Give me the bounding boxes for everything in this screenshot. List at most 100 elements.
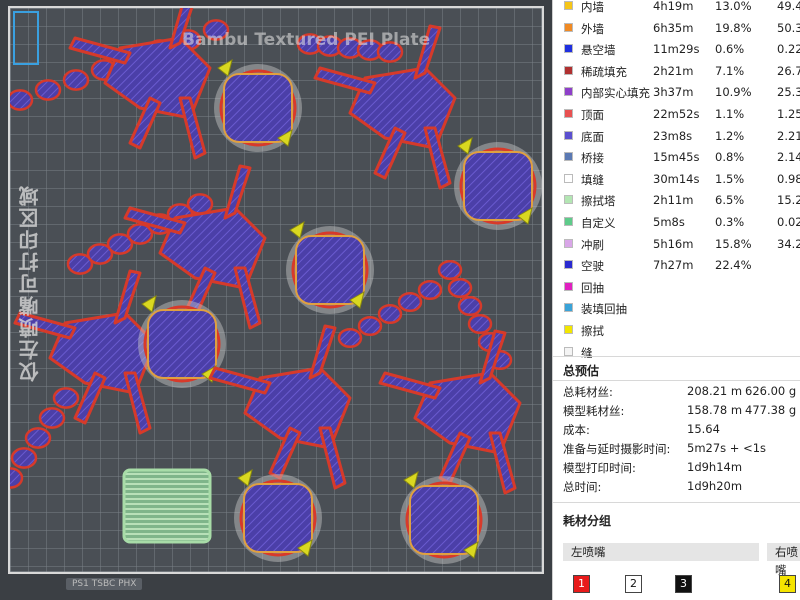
legend-swatch [564,195,573,205]
legend-row: 缝 [553,342,800,364]
summary-row: 总时间: 1d9h20m [563,479,800,498]
legend-swatch [564,238,573,248]
legend-time: 2h11m [653,193,694,208]
legend-percent: 1.5% [715,171,745,186]
model-5-tail-segment [417,279,443,301]
legend-time: 6h35m [653,20,694,35]
legend-weight: 49.4 [777,0,800,13]
legend-percent: 0.3% [715,214,745,229]
legend-name: 桥接 [581,151,604,166]
legend-time: 11m29s [653,42,700,57]
legend-weight: 15.2 [777,193,800,208]
filament-slot-1[interactable]: 1 [573,575,590,593]
summary-row: 模型耗材丝: 158.78 m 477.38 g [563,403,800,422]
legend-row: 顶面 22m52s 1.1% 1.25 [553,104,800,126]
legend-swatch [564,44,573,54]
legend-name: 底面 [581,129,604,144]
preview-viewport[interactable]: 仅左喷嘴可打印区域 Bambu Textured PEI Plate PS1 T… [0,0,552,600]
left-nozzle-tab[interactable]: 左喷嘴 [563,543,759,561]
legend-row: 底面 23m8s 1.2% 2.21 [553,126,800,148]
legend-row: 桥接 15m45s 0.8% 2.14 [553,147,800,169]
legend-time: 23m8s [653,128,693,143]
legend-swatch [564,108,573,118]
legend-name: 装填回抽 [581,302,627,317]
legend-swatch [564,87,573,97]
summary-row: 模型打印时间: 1d9h14m [563,460,800,479]
legend-weight: 1.25 [777,106,800,121]
filament-slot-3[interactable]: 3 [675,575,692,593]
legend-percent: 0.8% [715,150,745,165]
legend-weight: 26.7 [777,63,800,78]
legend-swatch [564,130,573,140]
build-plate: 仅左喷嘴可打印区域 Bambu Textured PEI Plate [8,6,544,574]
plate-name-label: Bambu Textured PEI Plate [182,30,431,50]
summary-label: 准备与延时摄影时间: [563,442,671,456]
legend-name: 内部实心填充 [581,86,650,101]
legend-name: 擦拭 [581,323,604,338]
legend-percent: 22.4% [715,258,752,273]
legend-name: 填缝 [581,172,604,187]
legend-swatch [564,346,573,356]
model-1-tail-segment [34,79,62,101]
summary-value-2: 477.38 g [745,403,797,417]
summary-value: 1d9h20m [687,479,743,493]
summary-value: 158.78 m [687,403,743,417]
model-6-head-body [409,485,479,555]
legend-swatch [564,324,573,334]
legend-name: 内墙 [581,0,604,14]
model-5-tail-segment [337,327,363,349]
legend-swatch [564,173,573,183]
model-5-head-body [243,483,313,553]
legend-weight: 2.21 [777,128,800,143]
legend-time: 5h16m [653,236,694,251]
right-nozzle-tab[interactable]: 右喷嘴 [767,543,800,577]
legend-percent: 0.6% [715,42,745,57]
model-1-head-body [223,73,293,143]
legend-row: 回抽 [553,277,800,299]
toolpath-preview [10,8,542,572]
summary-label: 模型打印时间: [563,461,636,475]
filament-slot-4[interactable]: 4 [779,575,796,593]
legend-weight: 0.02 [777,214,800,229]
summary-value: 1d9h14m [687,460,743,474]
legend-row: 填缝 30m14s 1.5% 0.98 [553,169,800,191]
legend-name: 擦拭塔 [581,194,616,209]
model-5-tail-segment [357,315,383,337]
legend-time: 15m45s [653,150,700,165]
legend-time: 5m8s [653,214,685,229]
legend-time: 2h21m [653,63,694,78]
legend-row: 稀疏填充 2h21m 7.1% 26.7 [553,61,800,83]
model-6-tail-segment [467,313,493,335]
model-5-tail-segment [377,303,403,325]
legend-percent: 1.2% [715,128,745,143]
legend-row: 装填回抽 [553,298,800,320]
prime-tower[interactable] [122,468,212,544]
legend-name: 外墙 [581,21,604,36]
model-6-tail-segment [447,277,473,299]
legend-swatch [564,303,573,313]
filament-groups-title: 耗材分组 [563,514,612,528]
model-1-tail-segment [62,69,90,91]
legend-row: 悬空墙 11m29s 0.6% 0.22 [553,39,800,61]
legend-name: 自定义 [581,215,616,230]
model-4-tail-segment [52,387,80,409]
summary-value: 15.64 [687,422,720,436]
legend-weight: 50.3 [777,20,800,35]
summary-label: 成本: [563,423,590,437]
summary-value-2: 626.00 g [745,384,797,398]
summary-row: 准备与延时摄影时间: 5m27s + <1s [563,441,800,460]
summary-value: 5m27s + <1s [687,441,767,455]
legend-weight: 0.98 [777,171,800,186]
legend-swatch [564,216,573,226]
model-1-tail-segment [10,89,34,111]
model-2-head-body [463,151,533,221]
filament-slot-2[interactable]: 2 [625,575,642,593]
legend-row: 内部实心填充3h37m 10.9% 25.3 [553,82,800,104]
summary-label: 总时间: [563,480,602,494]
legend-weight: 0.22 [777,42,800,57]
legend-weight: 34.2 [777,236,800,251]
legend-swatch [564,1,573,10]
summary-row: 总耗材丝: 208.21 m 626.00 g [563,384,800,403]
legend-row: 空驶 7h27m 22.4% [553,255,800,277]
legend-time: 7h27m [653,258,694,273]
